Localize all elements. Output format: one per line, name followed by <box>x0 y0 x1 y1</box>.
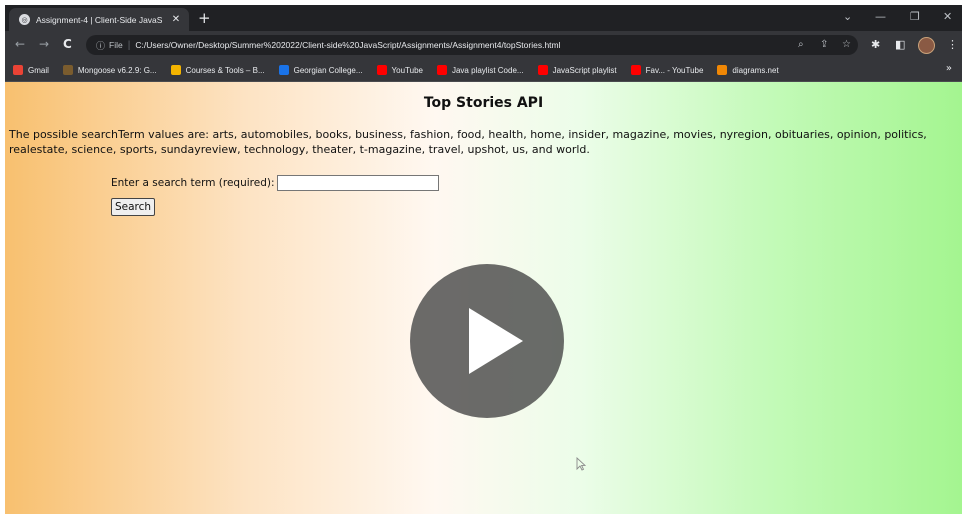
forward-button[interactable]: → <box>39 37 49 51</box>
tab-strip: ◎ Assignment-4 | Client-Side JavaS ✕ + ⌄… <box>5 5 962 31</box>
bookmark-item[interactable]: Fav... - YouTube <box>630 65 704 75</box>
omnibox-separator: | <box>127 39 131 51</box>
search-term-description: The possible searchTerm values are: arts… <box>9 128 927 156</box>
bookmark-label: YouTube <box>391 65 423 75</box>
bookmark-item[interactable]: Georgian College... <box>278 65 363 75</box>
browser-toolbar: ← → C ⓘ File | C:/Users/Owner/Desktop/Su… <box>5 31 962 59</box>
bookmark-label: Courses & Tools – B... <box>185 65 265 75</box>
menu-icon[interactable]: ⋮ <box>947 38 958 51</box>
bookmark-label: diagrams.net <box>732 65 779 75</box>
bookmark-favicon-icon <box>278 65 289 75</box>
bookmarks-bar: Gmail Mongoose v6.2.9: G... Courses & Tool… <box>5 59 962 82</box>
bookmark-label: Mongoose v6.2.9: G... <box>77 65 157 75</box>
profile-avatar[interactable] <box>918 37 935 54</box>
bookmark-label: Gmail <box>28 65 49 75</box>
play-button[interactable] <box>410 264 564 418</box>
bookmark-item[interactable]: YouTube <box>376 65 423 75</box>
bookmark-favicon-icon <box>376 65 387 75</box>
bookmark-item[interactable]: Gmail <box>13 65 49 75</box>
bookmark-favicon-icon <box>717 65 728 75</box>
bookmark-favicon-icon <box>170 65 181 75</box>
page-title: Top Stories API <box>423 95 544 111</box>
window-close-button[interactable]: ✕ <box>943 10 952 23</box>
url-text[interactable]: C:/Users/Owner/Desktop/Summer%202022/Cli… <box>135 40 560 50</box>
bookmark-favicon-icon <box>13 65 23 75</box>
mouse-pointer-icon <box>576 457 586 471</box>
close-icon[interactable]: ✕ <box>169 14 183 25</box>
extensions-icon[interactable]: ✱ <box>871 38 880 51</box>
browser-tab[interactable]: ◎ Assignment-4 | Client-Side JavaS ✕ <box>9 8 189 31</box>
address-bar[interactable]: ⓘ File | C:/Users/Owner/Desktop/Summer%2… <box>86 35 858 55</box>
bookmark-item[interactable]: Courses & Tools – B... <box>170 65 265 75</box>
back-button[interactable]: ← <box>15 37 25 51</box>
search-form: Enter a search term (required): <box>111 175 439 191</box>
bookmark-label: Georgian College... <box>293 65 363 75</box>
share-icon[interactable]: ⇪ <box>820 39 828 50</box>
bookmark-item[interactable]: Mongoose v6.2.9: G... <box>62 65 157 75</box>
page-content: Top Stories API The possible searchTerm … <box>5 82 962 514</box>
minimize-button[interactable]: — <box>875 10 886 23</box>
reload-button[interactable]: C <box>63 37 72 51</box>
bookmark-item[interactable]: Java playlist Code... <box>436 65 524 75</box>
bookmark-favicon-icon <box>62 65 73 75</box>
bookmark-item[interactable]: diagrams.net <box>717 65 779 75</box>
new-tab-button[interactable]: + <box>198 9 211 27</box>
search-term-input[interactable] <box>276 175 439 191</box>
bookmarks-more-icon[interactable]: » <box>946 63 952 74</box>
globe-icon: ◎ <box>19 14 30 25</box>
bookmark-label: Java playlist Code... <box>451 65 524 75</box>
bookmark-favicon-icon <box>537 65 548 75</box>
bookmark-label: Fav... - YouTube <box>645 65 704 75</box>
play-icon <box>469 308 523 374</box>
screenshot-frame: ◎ Assignment-4 | Client-Side JavaS ✕ + ⌄… <box>5 5 962 514</box>
info-icon[interactable]: ⓘ <box>96 39 105 52</box>
scheme-label: File <box>109 40 123 50</box>
bookmark-favicon-icon <box>436 65 447 75</box>
bookmark-favicon-icon <box>630 65 641 75</box>
bookmark-item[interactable]: JavaScript playlist <box>537 65 617 75</box>
chevron-down-icon[interactable]: ⌄ <box>843 10 852 23</box>
star-icon[interactable]: ☆ <box>842 39 851 50</box>
bookmark-label: JavaScript playlist <box>552 65 617 75</box>
side-panel-icon[interactable]: ◧ <box>895 38 905 51</box>
search-term-label: Enter a search term (required): <box>111 177 275 189</box>
restore-button[interactable]: ❐ <box>910 10 920 23</box>
tab-title: Assignment-4 | Client-Side JavaS <box>36 14 163 25</box>
zoom-icon[interactable]: ⌕ <box>798 39 804 50</box>
search-button[interactable]: Search <box>111 198 156 216</box>
